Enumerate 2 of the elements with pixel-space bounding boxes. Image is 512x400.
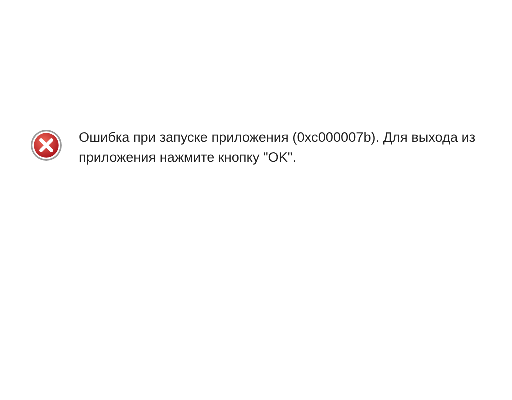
- error-icon: [30, 129, 63, 162]
- error-message: Ошибка при запуске приложения (0xc000007b). Для выхода из приложения нажмите кнопку "OK".: [79, 129, 477, 167]
